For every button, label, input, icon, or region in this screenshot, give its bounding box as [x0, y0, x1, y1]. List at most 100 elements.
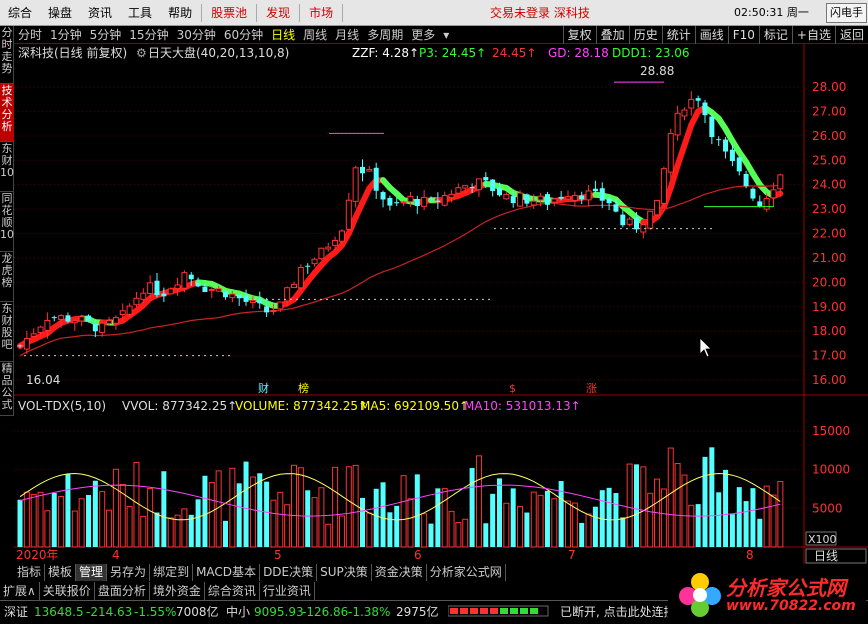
side-tab-lhb[interactable]: 龙虎榜	[0, 252, 14, 302]
indicator-name[interactable]: 日天大盘(40,20,13,10,8)	[148, 45, 289, 60]
volume-bar	[243, 461, 249, 547]
menu-item-综合[interactable]: 综合	[0, 1, 40, 25]
volume-bar	[709, 447, 715, 547]
tab-news[interactable]: 综合资讯	[205, 582, 260, 600]
draw-button[interactable]: 画线	[694, 26, 728, 44]
candle-body	[311, 258, 318, 265]
side-tab-ths[interactable]: 同花顺10	[0, 192, 14, 252]
period-tick[interactable]: 分时	[14, 26, 46, 43]
tab-macd[interactable]: MACD基本	[193, 564, 261, 581]
volume-bar	[530, 491, 537, 548]
cycle-label[interactable]: 日线	[814, 549, 838, 563]
sz-label[interactable]: 深证	[4, 601, 28, 623]
price-tick-label: 28.00	[812, 80, 846, 94]
tab-save-as[interactable]: 另存为	[107, 564, 151, 581]
overlay-button[interactable]: 叠加	[595, 26, 629, 44]
event-mark-lhb[interactable]: 榜	[298, 381, 309, 395]
tab-foreign-funds[interactable]: 境外资金	[150, 582, 205, 600]
flash-trade-button[interactable]: 闪电手	[826, 3, 867, 23]
kline-chart[interactable]: 深科技(日线 前复权) ⚙ 日天大盘(40,20,13,10,8) ZZF: 4…	[14, 44, 868, 564]
volume-bar	[667, 447, 674, 548]
volume-bar	[112, 468, 119, 548]
side-tab-eastmoney[interactable]: 东财10	[0, 142, 14, 192]
volume-bar	[414, 474, 420, 547]
volume-bar	[441, 488, 448, 548]
candle-body	[243, 295, 249, 302]
period-daily[interactable]: 日线	[267, 26, 299, 43]
period-multi[interactable]: 多周期	[363, 26, 407, 43]
menu-item-stock-pool[interactable]: 股票池	[203, 1, 255, 25]
ma5-value: MA5: 692109.50↑	[360, 399, 469, 413]
event-mark-dollar[interactable]: $	[509, 382, 516, 395]
chevron-down-icon[interactable]: ▾	[439, 28, 453, 42]
menu-item-market[interactable]: 市场	[301, 1, 341, 25]
tab-fund[interactable]: 资金决策	[372, 564, 427, 581]
connection-message[interactable]: 已断开, 点击此处连接	[560, 601, 676, 623]
period-more[interactable]: 更多	[407, 26, 439, 43]
period-15min[interactable]: 15分钟	[125, 26, 172, 43]
period-weekly[interactable]: 周线	[299, 26, 331, 43]
sz-amount: 7008亿	[176, 605, 219, 619]
tab-indicator[interactable]: 指标	[14, 564, 46, 581]
menu-divider	[299, 3, 301, 22]
menu-item-操盘[interactable]: 操盘	[40, 1, 80, 25]
menu-item-帮助[interactable]: 帮助	[160, 1, 200, 25]
candle-body	[133, 297, 140, 306]
volume-bar	[208, 482, 215, 548]
candle-body	[613, 204, 619, 212]
tab-expand[interactable]: 扩展∧	[0, 582, 40, 600]
tab-dde[interactable]: DDE决策	[260, 564, 318, 581]
event-mark-finance[interactable]: 财	[258, 381, 269, 395]
tab-industry-news[interactable]: 行业资讯	[260, 582, 315, 600]
stats-button[interactable]: 统计	[661, 26, 695, 44]
tab-formula-net[interactable]: 分析家公式网	[427, 564, 506, 581]
volume-bar	[702, 456, 708, 547]
volume-bar	[305, 490, 311, 547]
event-mark-rise[interactable]: 涨	[586, 382, 597, 395]
period-1min[interactable]: 1分钟	[46, 26, 86, 43]
trade-status[interactable]: 交易未登录 深科技	[490, 0, 590, 26]
volume-bar	[475, 455, 482, 548]
candle-body	[681, 109, 688, 117]
adjust-button[interactable]: 复权	[562, 26, 596, 44]
tab-market-analysis[interactable]: 盘面分析	[95, 582, 150, 600]
period-30min[interactable]: 30分钟	[173, 26, 220, 43]
price-tick-label: 21.00	[812, 251, 846, 265]
menu-item-discover[interactable]: 发现	[258, 1, 298, 25]
candle-body	[654, 200, 661, 216]
tab-related-quotes[interactable]: 关联报价	[40, 582, 95, 600]
mark-button[interactable]: 标记	[758, 26, 792, 44]
trend-ribbon	[674, 142, 688, 169]
zx-label[interactable]: 中小	[226, 601, 250, 623]
menu-item-资讯[interactable]: 资讯	[80, 1, 120, 25]
volume-bar	[743, 501, 749, 547]
side-tab-tech[interactable]: 技术分析	[0, 84, 14, 142]
settings-gear-icon[interactable]: ⚙	[136, 46, 147, 60]
volume-bar	[716, 492, 722, 547]
candle-body	[291, 283, 297, 289]
candle-body	[462, 185, 469, 189]
side-tab-guba[interactable]: 东财股吧	[0, 302, 14, 362]
side-tab-formula[interactable]: 精品公式	[0, 362, 14, 416]
candle-body	[37, 326, 44, 334]
menu-item-工具[interactable]: 工具	[120, 1, 160, 25]
side-tab-minute[interactable]: 分时走势	[0, 26, 14, 84]
history-button[interactable]: 历史	[628, 26, 662, 44]
tab-template[interactable]: 模板	[45, 564, 77, 581]
period-monthly[interactable]: 月线	[331, 26, 363, 43]
period-5min[interactable]: 5分钟	[86, 26, 126, 43]
tab-bind[interactable]: 绑定到	[150, 564, 194, 581]
tab-sup[interactable]: SUP决策	[317, 564, 372, 581]
tab-manage[interactable]: 管理	[76, 564, 108, 581]
candle-body	[435, 200, 441, 202]
candle-body	[579, 195, 585, 200]
f10-button[interactable]: F10	[727, 26, 759, 44]
candle-body	[475, 178, 482, 191]
volume-bar	[291, 464, 297, 548]
period-60min[interactable]: 60分钟	[220, 26, 267, 43]
candle-body	[770, 189, 777, 199]
candle-body	[387, 197, 393, 206]
add-watchlist-button[interactable]: +自选	[791, 26, 835, 44]
back-button[interactable]: 返回	[834, 26, 868, 44]
zzf-value: ZZF: 4.28↑	[352, 46, 419, 60]
